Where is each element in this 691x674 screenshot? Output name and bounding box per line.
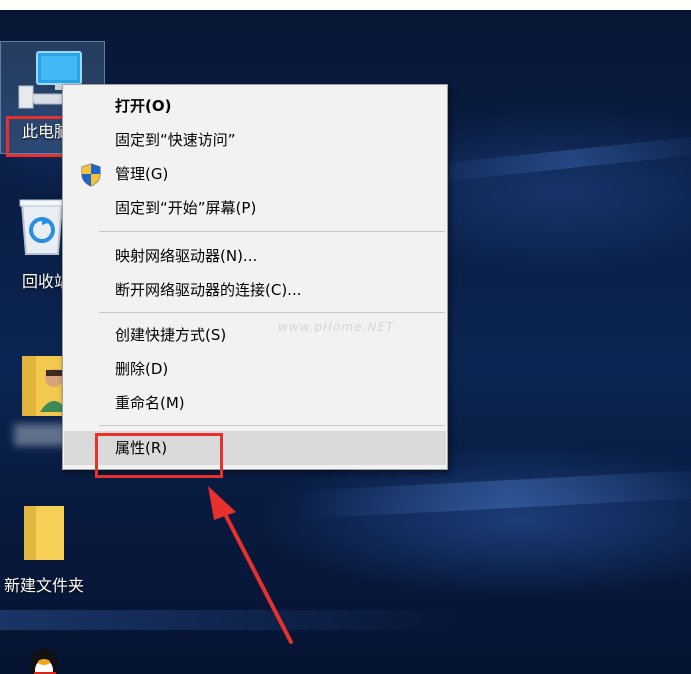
menu-item-create-shortcut[interactable]: 创建快捷方式(S) [64,318,446,352]
wallpaper-light-beam [419,134,691,184]
menu-item-pin-start[interactable]: 固定到“开始”屏幕(P) [64,191,446,225]
menu-item-label: 打开(O) [115,97,172,115]
desktop-background: 此电脑 回收站 新建文件夹 打开(O) 固定到“快速访问” 管理(G) 固定到“… [0,0,691,674]
menu-item-disconnect-network-drive[interactable]: 断开网络驱动器的连接(C)... [64,273,446,307]
menu-item-label: 映射网络驱动器(N)... [115,247,258,265]
menu-item-manage[interactable]: 管理(G) [64,157,446,191]
menu-item-label: 固定到“快速访问” [115,131,236,149]
menu-item-delete[interactable]: 删除(D) [64,352,446,386]
annotation-box-properties [95,433,223,478]
menu-separator [99,231,445,232]
menu-item-map-network-drive[interactable]: 映射网络驱动器(N)... [64,239,446,273]
desktop-icon-label: 新建文件夹 [4,576,85,595]
wallpaper-light-beam [0,610,460,630]
context-menu: 打开(O) 固定到“快速访问” 管理(G) 固定到“开始”屏幕(P) 映射网络驱… [62,84,448,470]
menu-separator [99,312,445,313]
menu-item-rename[interactable]: 重命名(M) [64,386,446,420]
menu-item-pin-quick-access[interactable]: 固定到“快速访问” [64,123,446,157]
menu-separator [99,425,445,426]
folder-icon [24,506,64,560]
penguin-icon [30,648,58,674]
desktop-icon-qq[interactable] [0,644,104,674]
menu-item-open[interactable]: 打开(O) [64,89,446,123]
top-band [0,0,691,10]
menu-item-label: 重命名(M) [115,394,185,412]
menu-item-label: 删除(D) [115,360,169,378]
menu-item-label: 管理(G) [115,165,169,183]
menu-item-label: 断开网络驱动器的连接(C)... [115,281,302,299]
menu-item-label: 固定到“开始”屏幕(P) [115,199,257,217]
desktop-icon-new-folder[interactable]: 新建文件夹 [0,504,104,596]
shield-icon [81,163,101,187]
wallpaper-light-beam [299,469,691,519]
menu-item-label: 创建快捷方式(S) [115,326,227,344]
